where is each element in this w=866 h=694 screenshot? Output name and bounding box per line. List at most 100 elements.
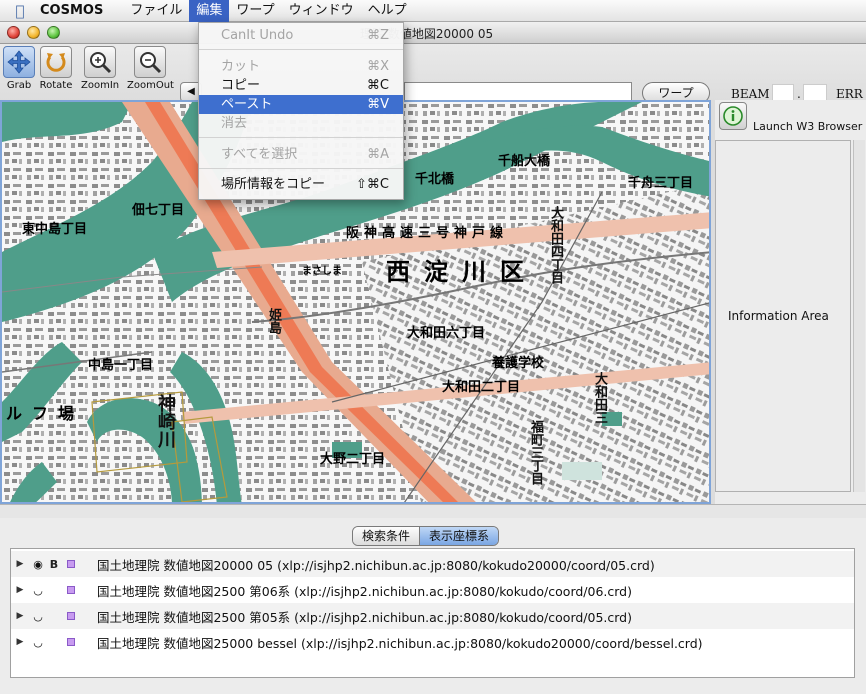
closed-eye-icon[interactable]: ◡: [29, 584, 47, 597]
menu-item-paste-label: ペースト: [221, 97, 273, 112]
map-label-chikita: 千北橋: [415, 172, 455, 187]
minimize-button[interactable]: [27, 26, 40, 39]
map-label-tsukuda: 佃七丁目: [132, 203, 185, 218]
menu-separator: [199, 137, 403, 138]
menu-separator: [199, 49, 403, 50]
map-label-onodai: 大野二丁目: [320, 452, 386, 467]
layer-row[interactable]: ▶ ◡ 国土地理院 数値地図25000 bessel (xlp://isjhp2…: [11, 629, 854, 655]
menubar:  COSMOS ファイル 編集 ワープ ウィンドウ ヘルプ: [0, 0, 866, 22]
menu-item-copy-label: コピー: [221, 78, 261, 93]
map-label-chifune-3: 千舟三丁目: [628, 176, 694, 191]
layer-name: 国土地理院 数値地図2500 第05系 (xlp://isjhp2.nichib…: [97, 609, 632, 625]
window-titlebar: 理院 数値地図20000 05: [0, 22, 866, 44]
map-label-yamato-3: 大和田三: [592, 372, 607, 424]
zoom-in-icon: [84, 46, 116, 78]
dot-label: .: [797, 87, 801, 101]
menu-item-cut-label: カット: [221, 59, 261, 74]
menu-item-undo-shortcut: ⌘Z: [367, 28, 389, 43]
disclosure-triangle-icon[interactable]: ▶: [11, 585, 29, 595]
menu-item-clear[interactable]: 消去: [199, 114, 403, 133]
tab-search-conditions[interactable]: 検索条件: [353, 527, 420, 545]
map-label-ward: 西淀川区: [386, 257, 538, 286]
menu-help[interactable]: ヘルプ: [361, 0, 414, 22]
rotate-icon: [40, 46, 72, 78]
edit-menu-dropdown: CanIt Undo ⌘Z カット ⌘X コピー ⌘C ペースト ⌘V 消去 す…: [198, 22, 404, 200]
menu-item-paste[interactable]: ペースト ⌘V: [199, 95, 403, 114]
layer-name: 国土地理院 数値地図20000 05 (xlp://isjhp2.nichibu…: [97, 557, 655, 573]
menu-window[interactable]: ウィンドウ: [282, 0, 361, 22]
beam-label: BEAM: [731, 87, 770, 101]
zoomin-tool[interactable]: ZoomIn: [81, 46, 119, 91]
menu-item-select-all-shortcut: ⌘A: [367, 147, 389, 162]
zoomout-tool[interactable]: ZoomOut: [127, 46, 174, 91]
menu-item-copy-location-shortcut: ⇧⌘C: [356, 177, 389, 192]
map-label-makishima: まさしま: [302, 266, 342, 277]
menu-item-copy-shortcut: ⌘C: [366, 78, 389, 93]
menu-item-copy-location[interactable]: 場所情報をコピー ⇧⌘C: [199, 175, 403, 194]
launch-w3-button[interactable]: [719, 102, 747, 130]
layer-list: ▶ ◉ B 国土地理院 数値地図20000 05 (xlp://isjhp2.n…: [10, 548, 855, 678]
map-label-expressway: 阪神高速三号神戸線: [346, 226, 509, 241]
grab-arrows-icon: [3, 46, 35, 78]
closed-eye-icon[interactable]: ◡: [29, 610, 47, 623]
zoomout-tool-label: ZoomOut: [127, 80, 174, 91]
menu-item-paste-shortcut: ⌘V: [367, 97, 389, 112]
menu-edit[interactable]: 編集: [189, 0, 230, 22]
info-icon: [723, 106, 743, 126]
map-label-chifune-ohashi: 千船大橋: [498, 154, 551, 169]
zoom-out-icon: [134, 46, 166, 78]
horizontal-splitter[interactable]: [0, 504, 866, 518]
tab-display-coordinates[interactable]: 表示座標系: [419, 527, 499, 545]
menu-item-cut[interactable]: カット ⌘X: [199, 57, 403, 76]
menu-item-copy-location-label: 場所情報をコピー: [221, 177, 326, 192]
disclosure-triangle-icon[interactable]: ▶: [11, 637, 29, 647]
map-label-yamato-2: 大和田二丁目: [442, 380, 521, 395]
layer-row[interactable]: ▶ ◡ 国土地理院 数値地図2500 第06系 (xlp://isjhp2.ni…: [11, 577, 854, 603]
zoom-button[interactable]: [47, 26, 60, 39]
map-label-school: 養護学校: [492, 356, 545, 371]
rotate-tool[interactable]: Rotate: [37, 46, 75, 91]
disclosure-triangle-icon[interactable]: ▶: [11, 611, 29, 621]
menu-item-select-all-label: すべてを選択: [221, 147, 298, 162]
layer-color-swatch[interactable]: [67, 612, 75, 620]
bottom-tabs: 検索条件 表示座標系: [352, 526, 500, 546]
launch-w3-label: Launch W3 Browser: [753, 120, 863, 133]
grab-tool-label: Grab: [6, 80, 32, 91]
menu-item-clear-label: 消去: [221, 116, 248, 131]
information-area: Information Area: [715, 140, 851, 492]
closed-eye-icon[interactable]: ◡: [29, 636, 47, 649]
layer-name: 国土地理院 数値地図25000 bessel (xlp://isjhp2.nic…: [97, 635, 703, 651]
info-panel: Launch W3 Browser Information Area: [715, 100, 866, 504]
map-label-fukumachi: 福町三丁目: [528, 420, 543, 485]
disclosure-triangle-icon[interactable]: ▶: [11, 559, 29, 569]
map-label-yamato-4: 大和田四丁目: [548, 206, 563, 284]
menu-file[interactable]: ファイル: [123, 0, 189, 22]
menu-warp[interactable]: ワープ: [229, 0, 281, 22]
layer-color-swatch[interactable]: [67, 586, 75, 594]
grab-tool[interactable]: Grab: [0, 46, 38, 91]
base-flag[interactable]: B: [47, 558, 61, 571]
map-label-yamato-6: 大和田六丁目: [407, 326, 486, 341]
menu-item-undo-label: CanIt Undo: [221, 28, 294, 43]
map-label-nakajima-1: 中島一丁目: [88, 358, 154, 373]
menu-item-copy[interactable]: コピー ⌘C: [199, 76, 403, 95]
menu-item-undo[interactable]: CanIt Undo ⌘Z: [199, 26, 403, 45]
layer-color-swatch[interactable]: [67, 638, 75, 646]
close-button[interactable]: [7, 26, 20, 39]
menu-item-select-all[interactable]: すべてを選択 ⌘A: [199, 145, 403, 164]
map-label-golf: ルフ場: [6, 404, 85, 423]
map-label-kanzaki: 神崎川: [155, 394, 176, 448]
eye-icon[interactable]: ◉: [29, 558, 47, 571]
layer-name: 国土地理院 数値地図2500 第06系 (xlp://isjhp2.nichib…: [97, 583, 632, 599]
layer-color-swatch[interactable]: [67, 560, 75, 568]
apple-menu-icon[interactable]: : [0, 2, 40, 20]
info-scrollbar[interactable]: [853, 140, 865, 492]
app-menu[interactable]: COSMOS: [40, 3, 103, 18]
rotate-tool-label: Rotate: [39, 80, 73, 91]
menu-separator: [199, 168, 403, 169]
zoomin-tool-label: ZoomIn: [81, 80, 120, 91]
map-label-higashinakajima: 東中島丁目: [22, 222, 88, 237]
layer-row[interactable]: ▶ ◡ 国土地理院 数値地図2500 第05系 (xlp://isjhp2.ni…: [11, 603, 854, 629]
layer-row[interactable]: ▶ ◉ B 国土地理院 数値地図20000 05 (xlp://isjhp2.n…: [11, 551, 854, 577]
information-area-label: Information Area: [728, 309, 829, 323]
